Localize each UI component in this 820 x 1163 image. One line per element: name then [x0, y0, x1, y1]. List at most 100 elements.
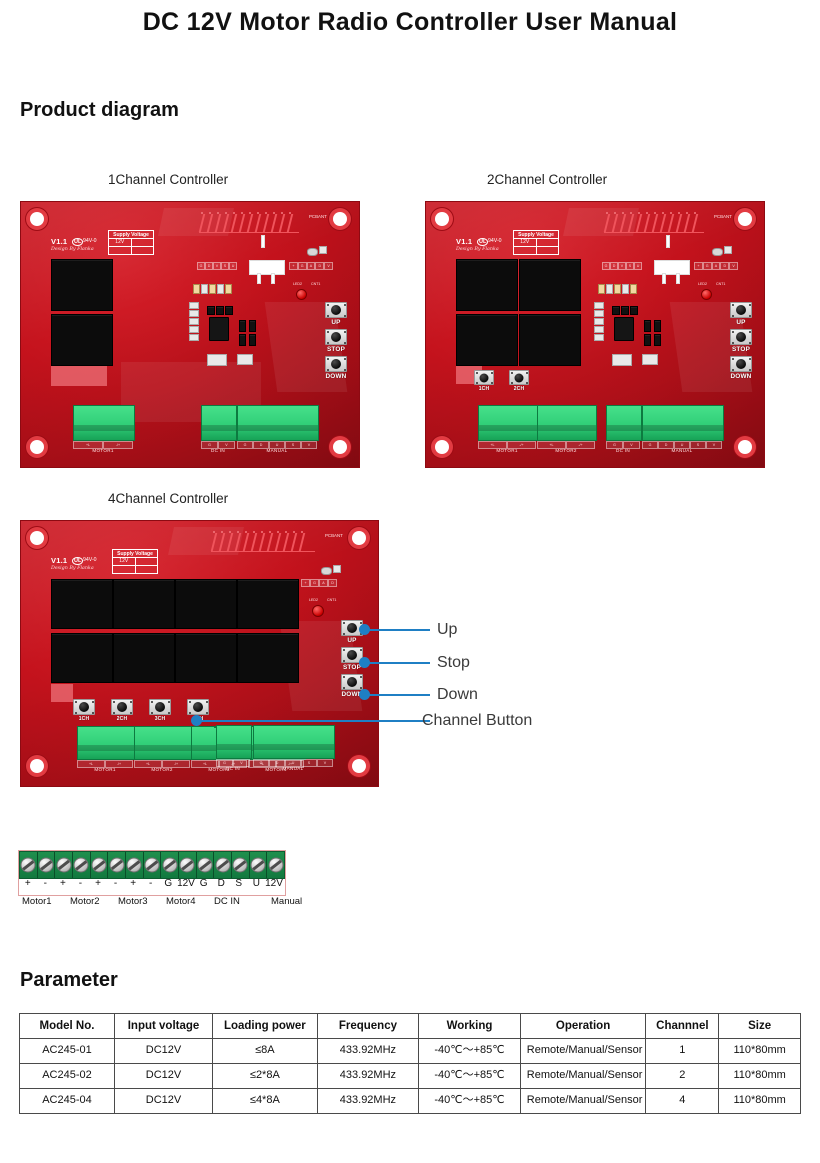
button-stop[interactable]	[730, 329, 752, 345]
button-up[interactable]	[325, 302, 347, 318]
header-right-pins: + G A D	[301, 579, 337, 587]
motor1-terminal	[77, 726, 135, 760]
supply-voltage-blank	[537, 239, 559, 246]
mounting-hole-bl	[435, 440, 449, 454]
screw-terminal-12[interactable]	[214, 852, 233, 878]
capacitor-d1	[644, 320, 651, 332]
parameter-table: Model No. Input voltage Loading power Fr…	[19, 1012, 801, 1114]
header-right-pins: + G A D V	[289, 262, 333, 270]
button-up[interactable]	[730, 302, 752, 318]
supply-row2-c2	[537, 247, 559, 254]
screw-terminal-10[interactable]	[179, 852, 197, 878]
cell-model: AC245-04	[19, 1087, 115, 1114]
pin-label: -	[43, 878, 48, 889]
smd-component-a	[333, 565, 341, 573]
power-mosfet-block-2	[51, 314, 113, 366]
resistor-a4	[217, 284, 224, 294]
cell-input-voltage: DC12V	[113, 1038, 214, 1065]
screw-terminal-1[interactable]	[20, 852, 38, 878]
manual-page: DC 12V Motor Radio Controller User Manua…	[0, 0, 820, 1163]
motor4-name: MOTOR4	[265, 767, 287, 772]
screw-terminal-2[interactable]	[38, 852, 56, 878]
pin-label: +	[59, 878, 66, 889]
dcin-name: DC IN	[210, 448, 225, 453]
board-caption-1ch: 1Channel Controller	[108, 172, 229, 187]
button-down-label: DOWN	[730, 373, 752, 380]
button-down[interactable]	[325, 356, 347, 372]
supply-row2-c1	[113, 566, 136, 573]
header-left-pins: GDVSU	[197, 262, 237, 270]
silk-led-ref: LED2	[293, 282, 302, 286]
screw-terminal-7[interactable]	[126, 852, 144, 878]
group-label-dcin: DC IN	[214, 896, 240, 907]
pcb-1channel-controller: V1.1 UL 94V-0 Design By Flanka Supply Vo…	[20, 201, 360, 468]
pin-label: 12V	[177, 878, 195, 889]
screw-terminal-9[interactable]	[161, 852, 180, 878]
silk-led-ref: LED2	[309, 598, 318, 602]
button-up-label: UP	[736, 319, 746, 326]
channel-button-2[interactable]	[111, 699, 133, 715]
cell-working: -40℃～+85℃	[418, 1038, 521, 1065]
button-stop[interactable]	[325, 329, 347, 345]
pcb-antenna-trace	[198, 212, 304, 234]
cell-input-voltage: DC12V	[113, 1063, 214, 1089]
resistor-b2	[189, 310, 199, 317]
power-mosfet-block-1	[51, 259, 113, 311]
cell-working: -40℃～+85℃	[418, 1063, 521, 1089]
channel-button-3[interactable]	[149, 699, 171, 715]
cell-operation: Remote/Manual/Sensor	[519, 1063, 647, 1089]
silk-version: V1.1	[51, 556, 68, 565]
button-down[interactable]	[730, 356, 752, 372]
th-loading-power: Loading power	[212, 1012, 318, 1040]
motor3-name: MOTOR3	[208, 767, 230, 772]
resistor-a2	[606, 284, 613, 294]
button-up-label: UP	[331, 319, 341, 326]
callout-line-up	[362, 629, 430, 631]
silk-version: V1.1	[51, 237, 68, 246]
rf-pin-1	[257, 273, 261, 284]
pin-label: 12V	[265, 878, 283, 889]
rf-pin-1	[662, 273, 666, 284]
smd-component-a	[319, 246, 327, 254]
motor2-terminal	[134, 726, 192, 760]
screw-terminal-13[interactable]	[232, 852, 250, 878]
cell-loading-power: ≤2*8A	[212, 1063, 318, 1089]
screw-terminal-15[interactable]	[267, 852, 284, 878]
screw-terminal-5[interactable]	[91, 852, 109, 878]
channel-button-2-label: 2CH	[116, 716, 128, 722]
capacitor-c1	[612, 306, 620, 315]
status-led-indicator	[312, 605, 324, 617]
power-mosfet-block-2	[519, 259, 581, 311]
capacitor-d1	[239, 320, 246, 332]
microcontroller-ic	[614, 317, 634, 341]
screw-terminal-11[interactable]	[197, 852, 215, 878]
rf-pin-3	[261, 235, 265, 248]
screw-terminal-14[interactable]	[250, 852, 268, 878]
mounting-hole-bl	[30, 440, 44, 454]
cell-frequency: 433.92MHz	[316, 1038, 420, 1065]
screw-terminal-3[interactable]	[55, 852, 74, 878]
button-down[interactable]	[341, 674, 363, 690]
silk-flame-rating: 94V-0	[83, 238, 97, 244]
capacitor-c3	[225, 306, 233, 315]
group-label-motor2: Motor2	[70, 896, 100, 907]
th-input-voltage: Input voltage	[113, 1012, 214, 1040]
capacitor-d2	[249, 320, 256, 332]
resistor-a5	[225, 284, 232, 294]
screw-terminal-4[interactable]	[73, 852, 91, 878]
resistor-b4	[594, 326, 604, 333]
board-caption-4ch: 4Channel Controller	[108, 491, 229, 506]
silk-designer: Design By Flanka	[51, 566, 94, 571]
terminal-strip-body	[19, 851, 285, 879]
mounting-hole-tl	[30, 531, 44, 545]
channel-button-4[interactable]	[187, 699, 209, 715]
pin-label: S	[235, 878, 243, 889]
channel-button-1-label: 1CH	[478, 386, 490, 392]
page-title: DC 12V Motor Radio Controller User Manua…	[142, 8, 678, 36]
mounting-hole-bl	[30, 759, 44, 773]
channel-button-1[interactable]	[474, 370, 494, 385]
channel-button-1[interactable]	[73, 699, 95, 715]
screw-terminal-8[interactable]	[144, 852, 162, 878]
screw-terminal-6[interactable]	[108, 852, 127, 878]
channel-button-2[interactable]	[509, 370, 529, 385]
